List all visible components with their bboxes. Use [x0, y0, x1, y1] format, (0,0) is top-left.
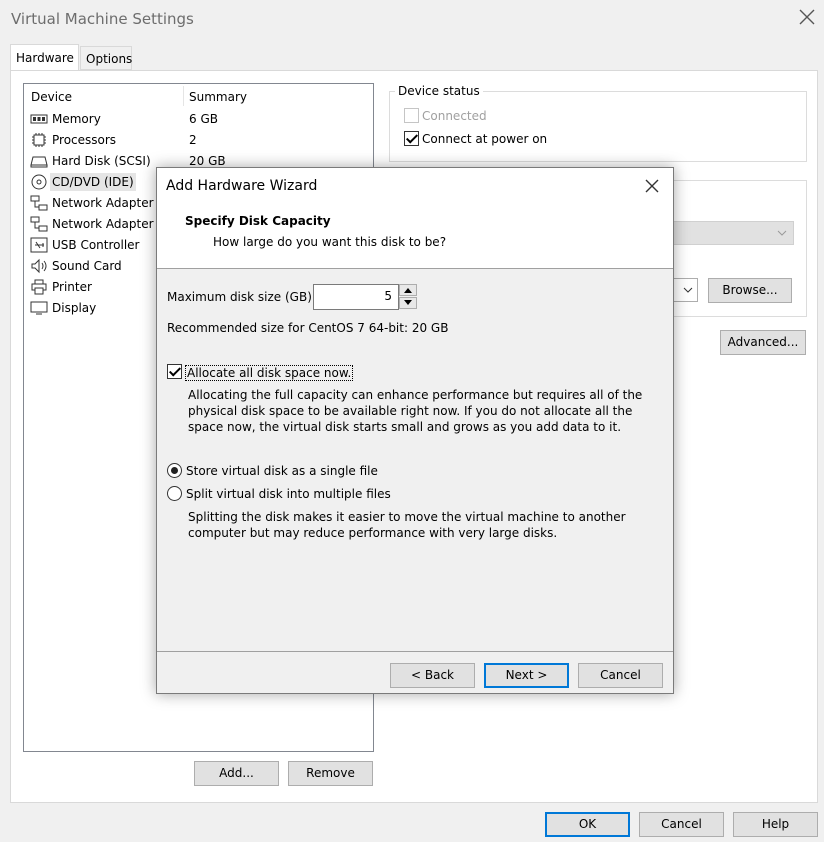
add-hardware-wizard-dialog: Add Hardware Wizard Specify Disk Capacit… [156, 167, 674, 694]
back-button[interactable]: < Back [390, 663, 475, 688]
device-summary: 2 [189, 133, 197, 147]
single-file-radio[interactable] [167, 463, 182, 478]
device-row-processors[interactable]: Processors 2 [28, 130, 370, 150]
advanced-button[interactable]: Advanced... [720, 330, 806, 355]
device-name: Hard Disk (SCSI) [52, 154, 151, 168]
tab-options[interactable]: Options [80, 46, 132, 70]
usb-icon [30, 237, 48, 253]
hard-disk-icon [30, 156, 48, 168]
connected-label: Connected [422, 109, 487, 123]
network-adapter-icon [30, 216, 48, 232]
iso-path-dropdown[interactable] [670, 221, 794, 245]
device-name: Network Adapter 2 [52, 217, 165, 231]
column-header-summary[interactable]: Summary [189, 90, 247, 104]
device-name: Display [52, 301, 97, 315]
monitor-icon [30, 301, 48, 315]
chevron-down-icon [404, 300, 412, 305]
next-button[interactable]: Next > [484, 663, 569, 688]
device-name: Printer [52, 280, 92, 294]
device-status-title: Device status [395, 84, 483, 98]
connect-power-on-checkbox[interactable] [404, 131, 419, 146]
connected-checkbox[interactable] [404, 108, 419, 123]
device-name: Memory [52, 112, 101, 126]
allocate-all-checkbox[interactable] [167, 364, 182, 379]
stepper-up-button[interactable] [399, 284, 417, 296]
device-name: CD/DVD (IDE) [50, 173, 136, 191]
column-divider[interactable] [183, 86, 184, 106]
max-disk-size-label: Maximum disk size (GB): [167, 290, 316, 304]
device-name: Network Adapter [52, 196, 154, 210]
network-adapter-icon [30, 195, 48, 211]
remove-device-button[interactable]: Remove [288, 761, 373, 786]
single-file-label[interactable]: Store virtual disk as a single file [186, 464, 378, 478]
device-row-memory[interactable]: Memory 6 GB [28, 109, 370, 129]
cd-dvd-icon [31, 174, 47, 190]
cancel-button[interactable]: Cancel [639, 812, 724, 837]
chevron-down-icon [683, 287, 693, 293]
ok-button[interactable]: OK [545, 812, 630, 837]
close-icon[interactable] [798, 8, 816, 26]
printer-icon [31, 279, 47, 295]
wizard-title: Add Hardware Wizard [166, 178, 318, 194]
disk-size-stepper[interactable] [399, 284, 419, 310]
speaker-icon [31, 258, 47, 274]
help-button[interactable]: Help [733, 812, 818, 837]
wizard-heading: Specify Disk Capacity [185, 214, 331, 228]
chevron-up-icon [404, 288, 412, 293]
processor-icon [32, 133, 46, 147]
memory-icon [30, 114, 48, 124]
tab-hardware[interactable]: Hardware [10, 44, 79, 70]
device-name: Processors [52, 133, 117, 147]
split-files-label[interactable]: Split virtual disk into multiple files [186, 487, 391, 501]
window-title: Virtual Machine Settings [11, 10, 194, 28]
split-description: Splitting the disk makes it easier to mo… [188, 510, 626, 540]
wizard-subheading: How large do you want this disk to be? [213, 235, 447, 249]
connect-power-on-label: Connect at power on [422, 132, 548, 146]
device-name: Sound Card [52, 259, 122, 273]
allocate-description: Allocating the full capacity can enhance… [188, 388, 643, 434]
column-header-device[interactable]: Device [31, 90, 72, 104]
close-icon[interactable] [645, 179, 659, 193]
recommended-size-text: Recommended size for CentOS 7 64-bit: 20… [167, 321, 449, 335]
button-divider [157, 651, 673, 652]
max-disk-size-input[interactable]: 5 [313, 284, 399, 310]
wizard-cancel-button[interactable]: Cancel [578, 663, 663, 688]
browse-button[interactable]: Browse... [708, 278, 792, 303]
wizard-header: Add Hardware Wizard Specify Disk Capacit… [157, 168, 673, 269]
add-device-button[interactable]: Add... [194, 761, 279, 786]
split-files-radio[interactable] [167, 486, 182, 501]
device-status-group: Device status Connected Connect at power… [389, 84, 807, 162]
device-name: USB Controller [52, 238, 140, 252]
allocate-all-label[interactable]: Allocate all disk space now. [185, 365, 354, 381]
device-summary: 6 GB [189, 112, 218, 126]
iso-file-combo[interactable] [670, 278, 698, 302]
stepper-down-button[interactable] [399, 297, 417, 309]
chevron-down-icon [777, 230, 787, 236]
device-summary: 20 GB [189, 154, 226, 168]
